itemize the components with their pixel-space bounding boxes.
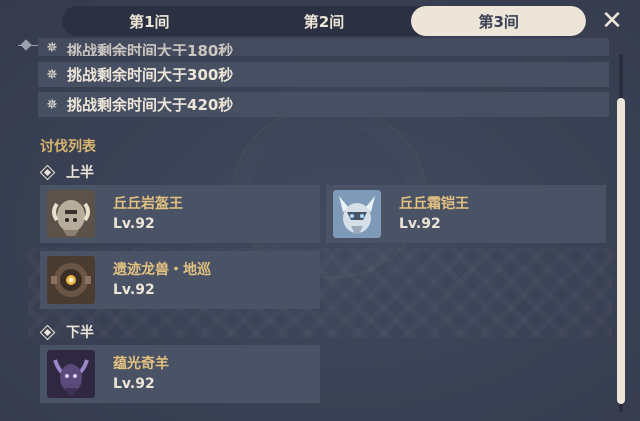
enemy-name: 蕴光奇羊 bbox=[113, 356, 169, 372]
star-icon: ✵ bbox=[46, 96, 58, 113]
condition-text: 挑战剩余时间大于420秒 bbox=[67, 96, 234, 114]
enemy-level: Lv.92 bbox=[113, 216, 155, 232]
condition-row: ✵ 挑战剩余时间大于180秒 bbox=[38, 38, 609, 56]
enemy-portrait-icon bbox=[333, 190, 381, 238]
enemy-list-title: 讨伐列表 bbox=[40, 139, 96, 155]
diamond-icon bbox=[39, 324, 56, 340]
tab-chamber-1[interactable]: 第1间 bbox=[62, 6, 237, 36]
enemy-level: Lv.92 bbox=[113, 282, 155, 298]
star-icon: ✵ bbox=[46, 66, 58, 83]
enemy-card[interactable]: 丘丘霜铠王 Lv.92 bbox=[326, 185, 606, 243]
enemy-portrait-icon bbox=[47, 256, 95, 304]
close-icon[interactable]: ✕ bbox=[598, 6, 626, 36]
condition-text: 挑战剩余时间大于180秒 bbox=[67, 42, 234, 56]
first-half-text: 上半 bbox=[66, 165, 94, 181]
chamber-tab-bar: 第1间 第2间 第3间 bbox=[62, 6, 586, 36]
enemy-portrait-icon bbox=[47, 190, 95, 238]
second-half-label: 下半 bbox=[39, 322, 94, 342]
abyss-floor-panel: 第1间 第2间 第3间 ✕ ✵ 挑战剩余时间大于180秒 ✵ 挑战剩余时间大于3… bbox=[0, 0, 640, 421]
tab-chamber-3[interactable]: 第3间 bbox=[411, 6, 586, 36]
condition-row: ✵ 挑战剩余时间大于420秒 bbox=[38, 92, 609, 117]
condition-text: 挑战剩余时间大于300秒 bbox=[67, 66, 234, 84]
divider-diamond-icon bbox=[20, 39, 32, 51]
first-half-label: 上半 bbox=[39, 162, 94, 182]
enemy-name: 遗迹龙兽・地巡 bbox=[113, 262, 211, 278]
enemy-card[interactable]: 蕴光奇羊 Lv.92 bbox=[40, 345, 320, 403]
enemy-level: Lv.92 bbox=[113, 376, 155, 392]
enemy-card[interactable]: 丘丘岩盔王 Lv.92 bbox=[40, 185, 320, 243]
enemy-card[interactable]: 遗迹龙兽・地巡 Lv.92 bbox=[40, 251, 320, 309]
tab-chamber-2[interactable]: 第2间 bbox=[237, 6, 412, 36]
enemy-name: 丘丘霜铠王 bbox=[399, 196, 469, 212]
scrollbar-thumb[interactable] bbox=[617, 98, 625, 404]
enemy-portrait-icon bbox=[47, 350, 95, 398]
second-half-text: 下半 bbox=[66, 325, 94, 341]
enemy-name: 丘丘岩盔王 bbox=[113, 196, 183, 212]
diamond-icon bbox=[39, 164, 56, 180]
enemy-level: Lv.92 bbox=[399, 216, 441, 232]
condition-row: ✵ 挑战剩余时间大于300秒 bbox=[38, 62, 609, 87]
star-icon: ✵ bbox=[46, 40, 58, 56]
